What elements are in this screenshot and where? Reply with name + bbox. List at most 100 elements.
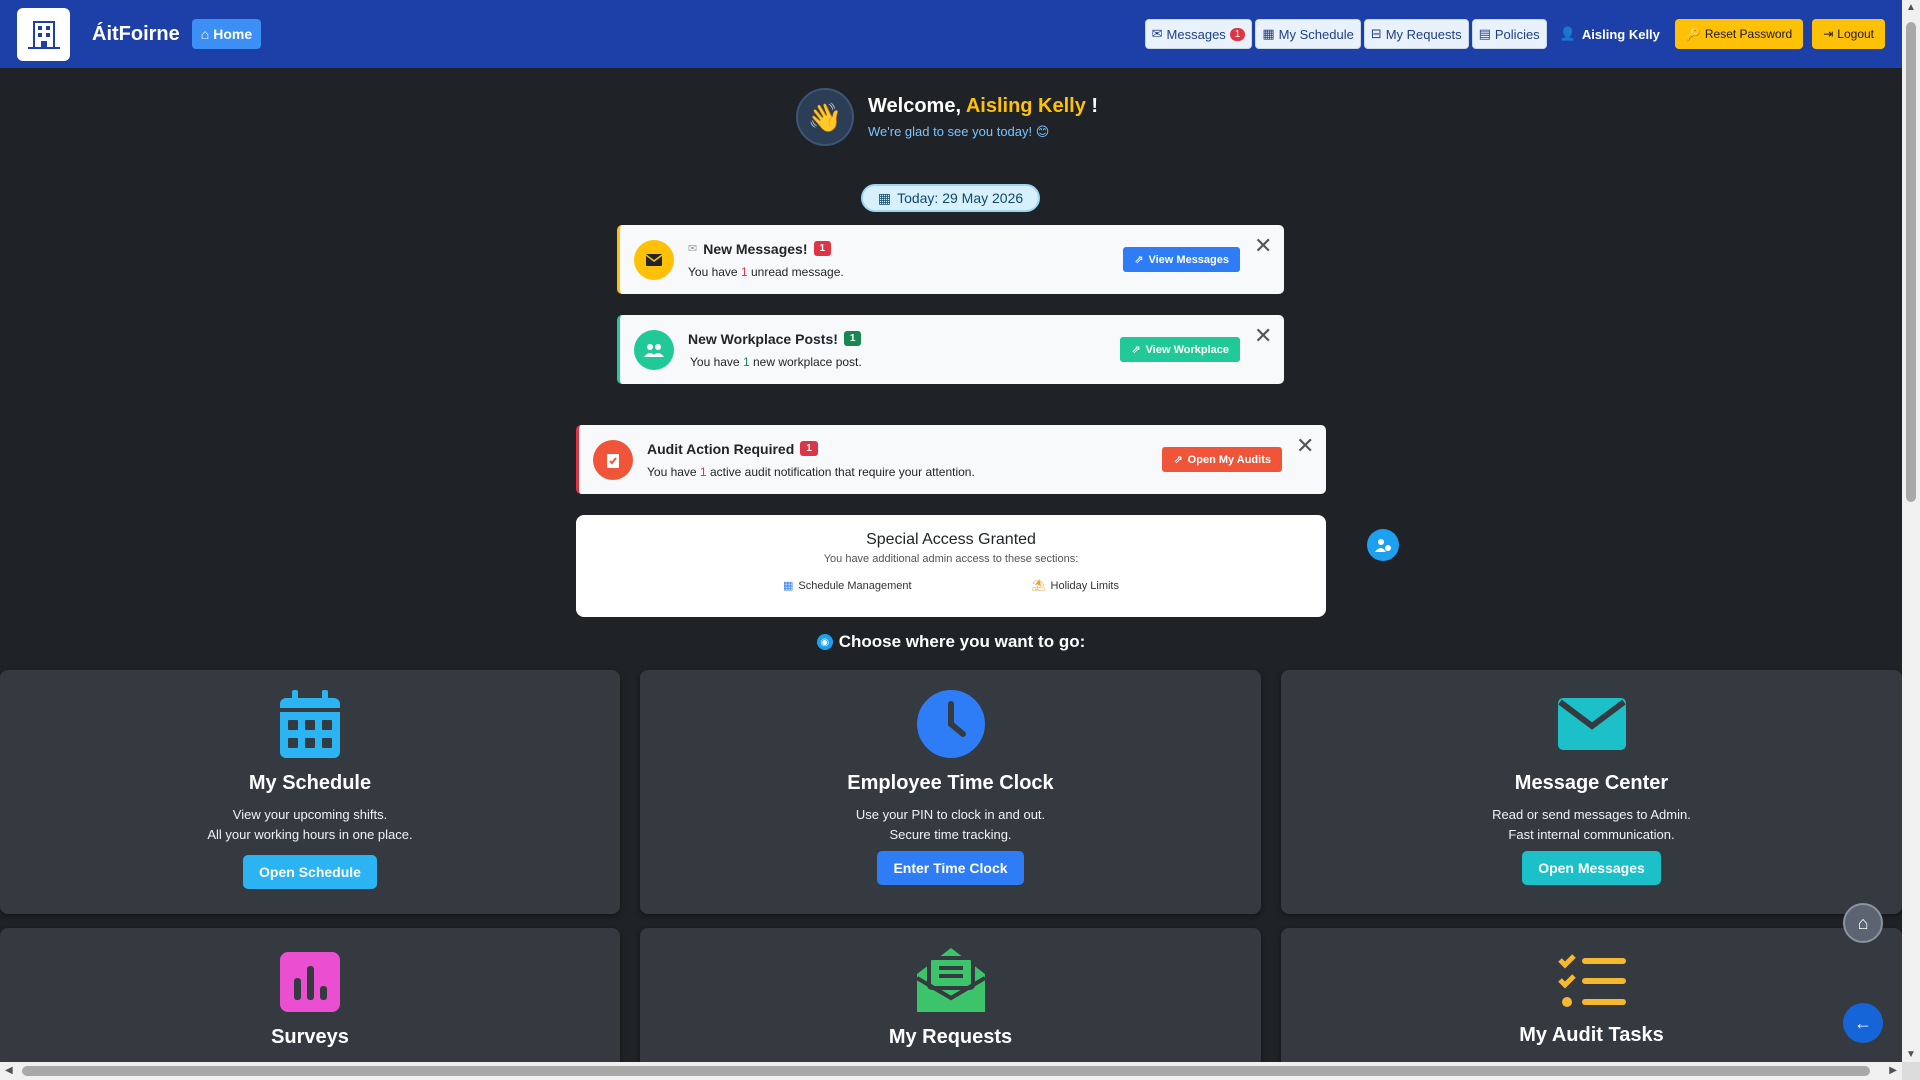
welcome-suffix: ! (1091, 94, 1099, 117)
calendar-icon (0, 690, 620, 758)
horizontal-scroll-thumb[interactable] (22, 1066, 1870, 1076)
special-access-item[interactable]: ⛱ Holiday Limits (1031, 579, 1119, 593)
tile-description: Use your PIN to clock in and out. Secure … (855, 807, 1046, 842)
scroll-right-icon[interactable]: ▶ (1889, 1065, 1897, 1076)
welcome-section: 👋 Welcome, Aisling Kelly ! We're glad to… (796, 88, 1098, 146)
open-messages-button[interactable]: Open Messages (1522, 851, 1661, 885)
scroll-up-icon[interactable]: ▲ (1906, 2, 1916, 13)
user-shield-icon (1367, 529, 1399, 561)
scrollbar-corner (1902, 1062, 1920, 1080)
home-label: Home (213, 26, 253, 42)
view-messages-button[interactable]: ⇗ View Messages (1123, 247, 1240, 272)
home-icon: ⌂ (200, 26, 210, 42)
external-link-icon: ⇗ (1134, 254, 1144, 266)
scroll-down-icon[interactable]: ▼ (1906, 1049, 1916, 1060)
user-menu[interactable]: 👤 Aisling Kelly (1560, 26, 1660, 42)
tile-title: Employee Time Clock (847, 772, 1054, 794)
compass-icon: ◉ (816, 634, 833, 650)
open-my-audits-button[interactable]: ⇗ Open My Audits (1162, 447, 1282, 472)
floating-home-button[interactable]: ⌂ (1843, 903, 1883, 943)
tile-message-center[interactable]: Message Center Read or send messages to … (1281, 670, 1902, 914)
external-link-icon: ⇗ (1173, 454, 1183, 466)
audit-count: 1 (800, 441, 818, 456)
enter-time-clock-button[interactable]: Enter Time Clock (877, 851, 1024, 885)
new-messages-desc: You have 1 unread message. (688, 264, 844, 279)
home-button[interactable]: ⌂ Home (191, 19, 262, 49)
home-icon: ⌂ (1857, 912, 1869, 933)
messages-nav-button[interactable]: ✉ Messages 1 (1144, 19, 1253, 49)
close-icon[interactable]: ✕ (1254, 325, 1274, 347)
schedule-nav-label: My Schedule (1278, 26, 1354, 42)
vertical-scrollbar[interactable]: ▲ ▼ (1902, 0, 1920, 1062)
tile-time-clock[interactable]: Employee Time Clock Use your PIN to cloc… (640, 670, 1261, 914)
new-messages-title: New Messages! (703, 240, 808, 257)
special-access-item[interactable]: ▦ Schedule Management (783, 579, 912, 593)
choose-heading: ◉ Choose where you want to go: (0, 632, 1902, 652)
audit-desc: You have 1 active audit notification tha… (647, 464, 975, 479)
scroll-left-icon[interactable]: ◀ (5, 1065, 13, 1076)
tile-title: Surveys (271, 1026, 349, 1048)
close-icon[interactable]: ✕ (1296, 435, 1316, 457)
envelope-open-text-icon (640, 948, 1261, 1012)
floating-back-button[interactable]: ← (1843, 1003, 1883, 1043)
requests-nav-button[interactable]: ⊟ My Requests (1363, 19, 1469, 49)
new-messages-count: 1 (813, 241, 832, 256)
users-icon (634, 329, 674, 370)
clipboard-check-icon (593, 439, 633, 480)
policies-nav-label: Policies (1494, 26, 1540, 42)
tile-description: Read or send messages to Admin. Fast inte… (1492, 807, 1691, 842)
brand-name[interactable]: ÁitFoirne (92, 23, 180, 46)
envelope-icon (634, 239, 674, 280)
tile-my-audit-tasks[interactable]: My Audit Tasks (1281, 928, 1902, 1068)
tile-title: Message Center (1514, 772, 1669, 794)
open-schedule-button[interactable]: Open Schedule (243, 855, 377, 889)
reset-password-button[interactable]: 🔑 Reset Password (1674, 19, 1804, 49)
view-messages-label: View Messages (1148, 253, 1229, 266)
inbox-icon: ⊟ (1370, 26, 1382, 41)
tile-my-schedule[interactable]: My Schedule View your upcoming shifts. Al… (0, 670, 620, 914)
new-workplace-alert: New Workplace Posts! 1 You have 1 new wo… (617, 315, 1284, 384)
tile-title: My Audit Tasks (1519, 1024, 1664, 1046)
welcome-user-name: Aisling Kelly (965, 94, 1086, 117)
external-link-icon: ⇗ (1131, 344, 1141, 356)
logout-button[interactable]: ⇥ Logout (1812, 19, 1885, 49)
view-workplace-button[interactable]: ⇗ View Workplace (1120, 337, 1240, 362)
messages-count-badge: 1 (1229, 27, 1246, 41)
reset-password-label: Reset Password (1704, 27, 1793, 41)
logout-icon: ⇥ (1823, 27, 1834, 41)
special-access-subtitle: You have additional admin access to thes… (823, 553, 1079, 565)
welcome-prefix: Welcome, (868, 94, 961, 117)
today-date-badge: ▦ Today: 29 May 2026 (861, 184, 1040, 212)
key-icon: 🔑 (1685, 27, 1701, 41)
document-icon: ▤ (1478, 26, 1491, 41)
horizontal-scrollbar[interactable]: ◀ ▶ (0, 1062, 1902, 1080)
umbrella-beach-icon: ⛱ (1031, 580, 1046, 592)
new-workplace-desc: You have 1 new workplace post. (690, 354, 862, 369)
new-workplace-title: New Workplace Posts! (688, 330, 838, 347)
calendar-icon: ▦ (877, 189, 892, 206)
envelope-icon: ✉ (1151, 26, 1163, 41)
bar-chart-icon (0, 952, 620, 1012)
user-name: Aisling Kelly (1581, 26, 1660, 42)
messages-nav-label: Messages (1166, 26, 1226, 42)
tile-surveys[interactable]: Surveys (0, 928, 620, 1068)
logout-label: Logout (1837, 27, 1874, 41)
today-date-text: Today: 29 May 2026 (897, 190, 1024, 206)
open-my-audits-label: Open My Audits (1187, 453, 1271, 466)
list-check-icon (1281, 954, 1902, 1010)
requests-nav-label: My Requests (1385, 26, 1462, 42)
tile-my-requests[interactable]: My Requests (640, 928, 1261, 1068)
clock-icon (640, 690, 1261, 758)
schedule-nav-button[interactable]: ▦ My Schedule (1255, 19, 1361, 49)
building-icon (27, 21, 60, 49)
vertical-scroll-thumb[interactable] (1906, 22, 1916, 502)
close-icon[interactable]: ✕ (1254, 235, 1274, 257)
tile-description: View your upcoming shifts. All your worki… (207, 807, 413, 842)
arrow-left-icon: ← (1854, 1012, 1872, 1033)
policies-nav-button[interactable]: ▤ Policies (1471, 19, 1547, 49)
welcome-subtitle: We're glad to see you today! 😊 (868, 123, 1050, 139)
special-access-card: Special Access Granted You have addition… (576, 515, 1399, 617)
tile-title: My Requests (888, 1026, 1013, 1048)
audit-action-alert: Audit Action Required 1 You have 1 activ… (576, 425, 1326, 494)
brand-logo[interactable] (17, 7, 70, 61)
